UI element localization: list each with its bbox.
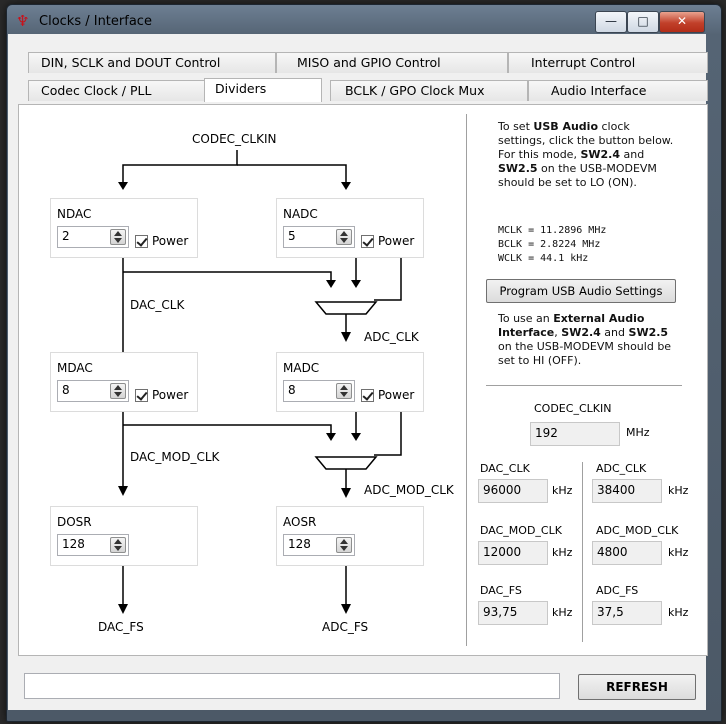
aosr-label: AOSR xyxy=(283,515,317,529)
dac-mod-clk-readout-label: DAC_MOD_CLK xyxy=(480,524,562,537)
madc-spinbox[interactable]: 8 xyxy=(283,380,355,402)
codec-clkin-readout: 192 xyxy=(530,422,620,446)
madc-label: MADC xyxy=(283,361,320,375)
adc-clk-readout: 38400 xyxy=(592,479,662,503)
dac-fs-unit: kHz xyxy=(552,606,573,619)
nadc-power-label: Power xyxy=(378,234,415,248)
madc-spin-buttons[interactable] xyxy=(336,383,352,399)
adc-mod-clk-readout: 4800 xyxy=(592,541,662,565)
dosr-value: 128 xyxy=(62,537,85,551)
adc-mod-clk-unit: kHz xyxy=(668,546,689,559)
nadc-spin-buttons[interactable] xyxy=(336,229,352,245)
aosr-spinbox[interactable]: 128 xyxy=(283,534,355,556)
nadc-label: NADC xyxy=(283,207,318,221)
dac-clk-label: DAC_CLK xyxy=(130,298,185,312)
mclk-readout: MCLK = 11.2896 MHz xyxy=(498,225,607,236)
aosr-group: AOSR 128 xyxy=(276,506,424,566)
ndac-spin-buttons[interactable] xyxy=(110,229,126,245)
refresh-button[interactable]: REFRESH xyxy=(578,674,696,700)
adc-mod-clk-readout-label: ADC_MOD_CLK xyxy=(596,524,679,537)
adc-fs-label: ADC_FS xyxy=(322,620,369,634)
adc-clk-readout-label: ADC_CLK xyxy=(596,462,647,475)
adc-fs-readout-label: ADC_FS xyxy=(596,584,639,597)
status-field xyxy=(24,673,560,699)
adc-clk-label: ADC_CLK xyxy=(364,330,419,344)
bclk-readout: BCLK = 2.8224 MHz xyxy=(498,239,601,250)
dac-mod-clk-readout: 12000 xyxy=(478,541,548,565)
aosr-spin-buttons[interactable] xyxy=(336,537,352,553)
dac-fs-readout: 93,75 xyxy=(478,601,548,625)
adc-mod-clk-label: ADC_MOD_CLK xyxy=(364,483,454,497)
program-usb-audio-button[interactable]: Program USB Audio Settings xyxy=(486,279,676,303)
dosr-group: DOSR 128 xyxy=(50,506,198,566)
ndac-power-label: Power xyxy=(152,234,189,248)
codec-clkin-readout-label: CODEC_CLKIN xyxy=(534,402,612,415)
mdac-group: MDAC 8 Power xyxy=(50,352,198,412)
ndac-group: NDAC 2 Power xyxy=(50,198,198,258)
external-audio-info: To use an External Audio Interface, SW2.… xyxy=(498,312,672,367)
dac-clk-unit: kHz xyxy=(552,484,573,497)
madc-power-checkbox[interactable] xyxy=(361,389,374,402)
dac-fs-readout-label: DAC_FS xyxy=(480,584,522,597)
dac-mod-clk-unit: kHz xyxy=(552,546,573,559)
dac-clk-readout: 96000 xyxy=(478,479,548,503)
dosr-spinbox[interactable]: 128 xyxy=(57,534,129,556)
adc-fs-readout: 37,5 xyxy=(592,601,662,625)
ndac-value: 2 xyxy=(62,229,70,243)
adc-fs-unit: kHz xyxy=(668,606,689,619)
codec-clkin-label: CODEC_CLKIN xyxy=(192,132,277,146)
nadc-value: 5 xyxy=(288,229,296,243)
madc-value: 8 xyxy=(288,383,296,397)
readout-column-divider xyxy=(582,462,583,642)
ndac-spinbox[interactable]: 2 xyxy=(57,226,129,248)
mdac-spinbox[interactable]: 8 xyxy=(57,380,129,402)
dac-fs-label: DAC_FS xyxy=(98,620,144,634)
ndac-label: NDAC xyxy=(57,207,92,221)
dosr-label: DOSR xyxy=(57,515,92,529)
dac-clk-readout-label: DAC_CLK xyxy=(480,462,530,475)
mdac-power-checkbox[interactable] xyxy=(135,389,148,402)
wclk-readout: WCLK = 44.1 kHz xyxy=(498,253,589,264)
madc-group: MADC 8 Power xyxy=(276,352,424,412)
codec-clkin-unit: MHz xyxy=(626,426,650,439)
dac-mod-clk-label: DAC_MOD_CLK xyxy=(130,450,220,464)
aosr-value: 128 xyxy=(288,537,311,551)
nadc-group: NADC 5 Power xyxy=(276,198,424,258)
sidebar-hr xyxy=(486,385,682,386)
mdac-value: 8 xyxy=(62,383,70,397)
adc-clk-unit: kHz xyxy=(668,484,689,497)
usb-audio-info: To set USB Audio clock settings, click t… xyxy=(498,120,674,189)
sidebar-divider xyxy=(466,114,467,646)
nadc-spinbox[interactable]: 5 xyxy=(283,226,355,248)
nadc-power-checkbox[interactable] xyxy=(361,235,374,248)
ndac-power-checkbox[interactable] xyxy=(135,235,148,248)
dosr-spin-buttons[interactable] xyxy=(110,537,126,553)
mdac-spin-buttons[interactable] xyxy=(110,383,126,399)
madc-power-label: Power xyxy=(378,388,415,402)
mdac-label: MDAC xyxy=(57,361,93,375)
mdac-power-label: Power xyxy=(152,388,189,402)
